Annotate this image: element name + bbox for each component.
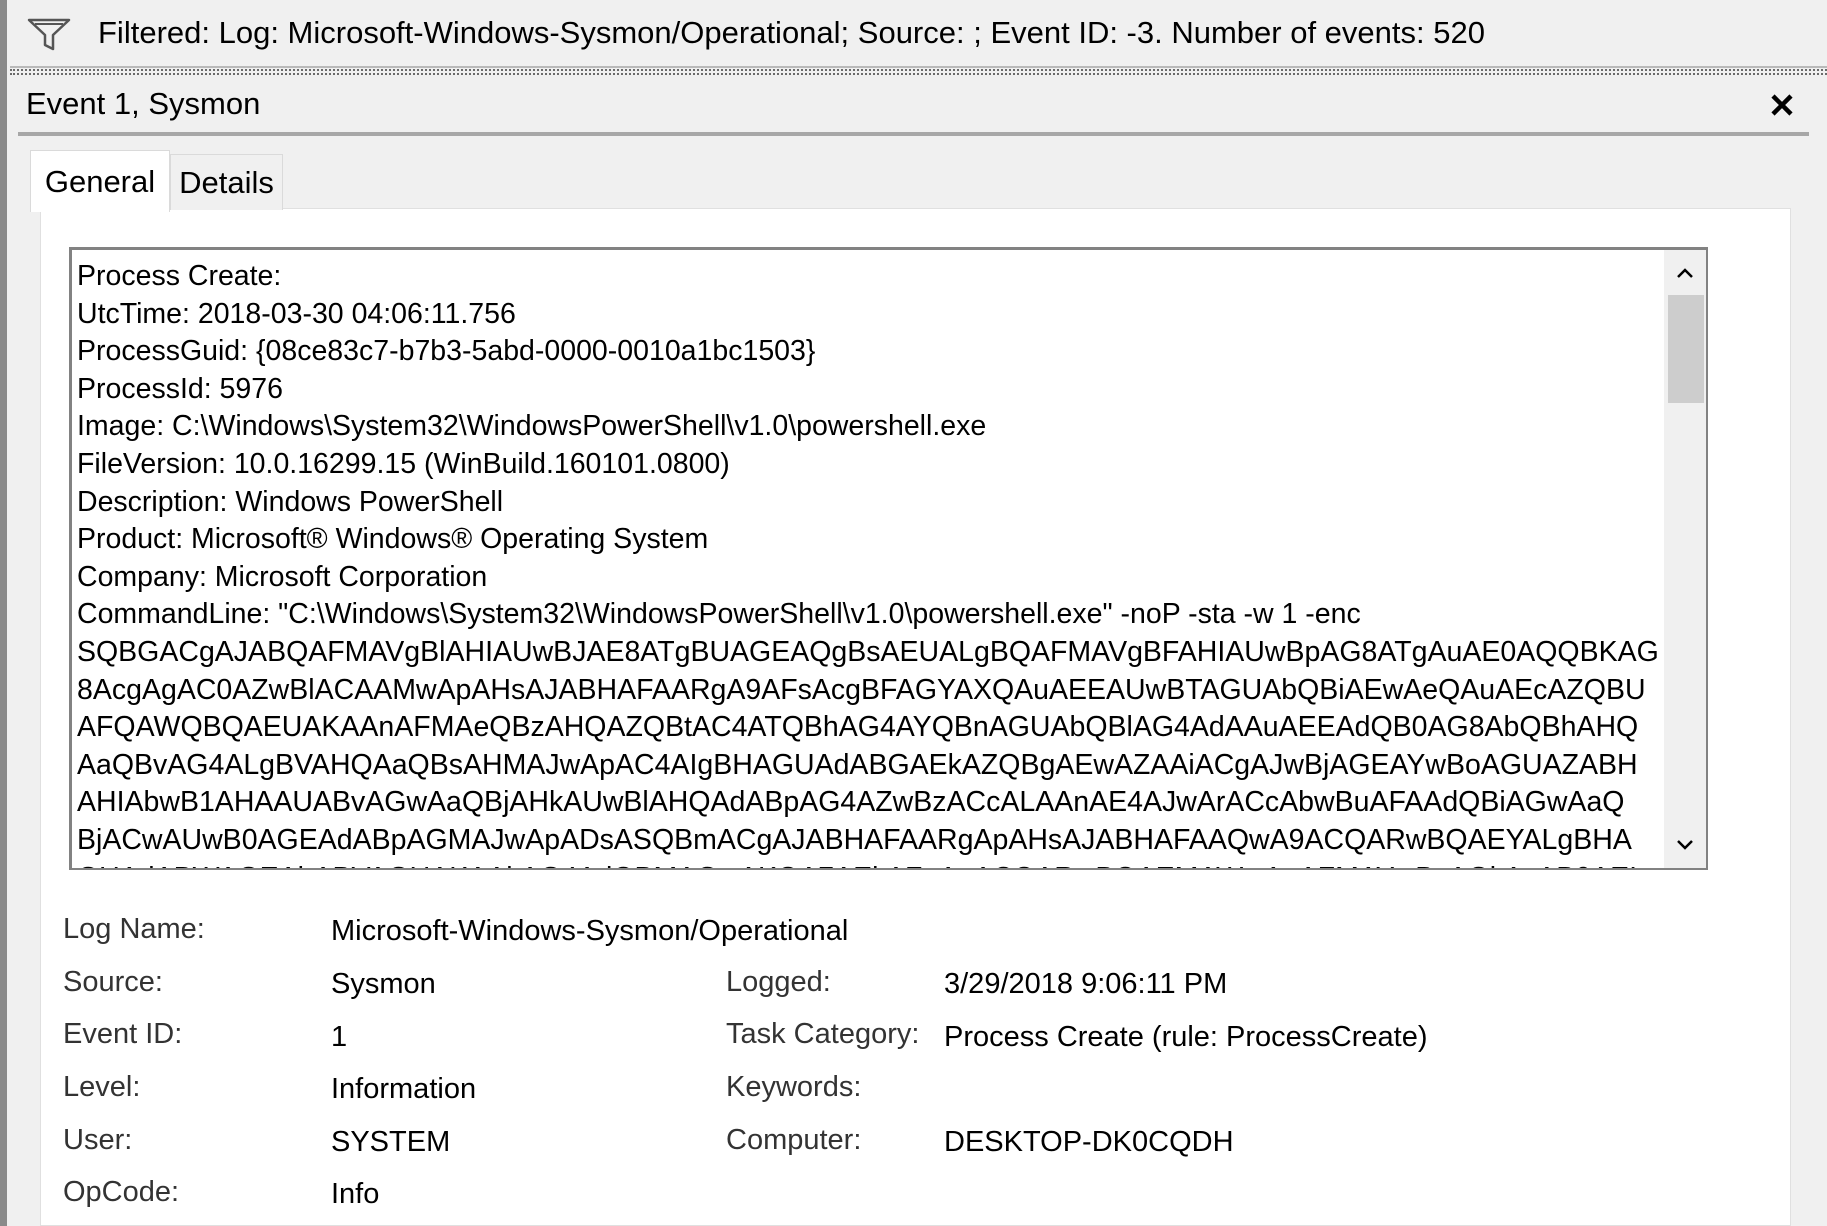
- scroll-up-button[interactable]: [1664, 252, 1706, 294]
- computer-value[interactable]: DESKTOP-DK0CQDH: [944, 1126, 1234, 1159]
- event-title: Event 1, Sysmon: [26, 86, 261, 121]
- level-value[interactable]: Information: [331, 1073, 476, 1106]
- vertical-scrollbar[interactable]: [1664, 250, 1706, 868]
- description-line: SQBGACgAJABQAFMAVgBlAHIAUwBJAE8ATgBUAGEA…: [77, 635, 1659, 668]
- description-line: AHIAbwB1AHAAUABvAGwAaQBjAHkAUwBlAHQAdABp…: [77, 786, 1625, 819]
- user-label: User:: [63, 1124, 133, 1156]
- event-id-value[interactable]: 1: [331, 1021, 347, 1054]
- opcode-value[interactable]: Info: [331, 1178, 379, 1211]
- description-line: AaQBvAG4ALgBVAHQAaQBsAHMAJwApAC4AIgBHAGU…: [77, 748, 1638, 781]
- level-label: Level:: [63, 1071, 141, 1103]
- computer-label: Computer:: [726, 1124, 862, 1156]
- user-value[interactable]: SYSTEM: [331, 1126, 450, 1159]
- keywords-label: Keywords:: [726, 1071, 862, 1103]
- event-header: Event 1, Sysmon: [18, 78, 1809, 136]
- task-category-value[interactable]: Process Create (rule: ProcessCreate): [944, 1021, 1428, 1054]
- description-line: ProcessId: 5976: [77, 372, 283, 405]
- description-line: FileVersion: 10.0.16299.15 (WinBuild.160…: [77, 447, 730, 480]
- description-line: Process Create:: [77, 260, 282, 292]
- description-line: AFQAWQBQAEUAKAAnAFMAeQBzAHQAZQBtAC4ATQBh…: [77, 711, 1639, 744]
- description-line: GUAdABWAGEAbABVAGUAKAAkAG4AdQBMAGwAKQA7A…: [77, 860, 1662, 869]
- window-frame: [0, 0, 7, 1226]
- tab-general[interactable]: General: [30, 150, 170, 212]
- log-name-label: Log Name:: [63, 913, 205, 945]
- description-line: Product: Microsoft® Windows® Operating S…: [77, 523, 709, 556]
- close-button[interactable]: [1763, 86, 1801, 124]
- description-line: BjACwAUwB0AGEAdABpAGMAJwApADsASQBmACgAJA…: [77, 823, 1632, 856]
- event-description-box[interactable]: Process Create: UtcTime: 2018-03-30 04:0…: [69, 247, 1708, 870]
- tab-details[interactable]: Details: [170, 154, 283, 210]
- description-line: ProcessGuid: {08ce83c7-b7b3-5abd-0000-00…: [77, 335, 816, 368]
- filter-description: Filtered: Log: Microsoft-Windows-Sysmon/…: [98, 15, 1485, 50]
- description-line: CommandLine: "C:\Windows\System32\Window…: [77, 598, 1361, 631]
- event-id-label: Event ID:: [63, 1018, 183, 1050]
- source-value[interactable]: Sysmon: [331, 968, 436, 1001]
- description-line: 8AcgAgAC0AZwBlACAAMwApAHsAJABHAFAARgA9AF…: [77, 673, 1646, 706]
- filter-bar: Filtered: Log: Microsoft-Windows-Sysmon/…: [10, 0, 1827, 68]
- log-name-value[interactable]: Microsoft-Windows-Sysmon/Operational: [331, 915, 848, 948]
- logged-value[interactable]: 3/29/2018 9:06:11 PM: [944, 968, 1227, 1001]
- source-label: Source:: [63, 966, 163, 998]
- funnel-icon: [27, 18, 71, 52]
- event-viewer-window: Filtered: Log: Microsoft-Windows-Sysmon/…: [0, 0, 1827, 1226]
- opcode-label: OpCode:: [63, 1176, 180, 1208]
- chevron-down-icon: [1677, 840, 1693, 850]
- close-icon: [1771, 94, 1793, 116]
- task-category-label: Task Category:: [726, 1018, 920, 1050]
- description-line: Company: Microsoft Corporation: [77, 560, 488, 593]
- event-description-text[interactable]: Process Create: UtcTime: 2018-03-30 04:0…: [77, 258, 1662, 869]
- description-line: Image: C:\Windows\System32\WindowsPowerS…: [77, 410, 987, 443]
- description-line: UtcTime: 2018-03-30 04:06:11.756: [77, 297, 516, 330]
- scroll-down-button[interactable]: [1664, 824, 1706, 866]
- logged-label: Logged:: [726, 966, 831, 998]
- description-line: Description: Windows PowerShell: [77, 485, 504, 518]
- splitter[interactable]: [10, 69, 1827, 75]
- scroll-thumb[interactable]: [1668, 295, 1704, 403]
- chevron-up-icon: [1677, 268, 1693, 278]
